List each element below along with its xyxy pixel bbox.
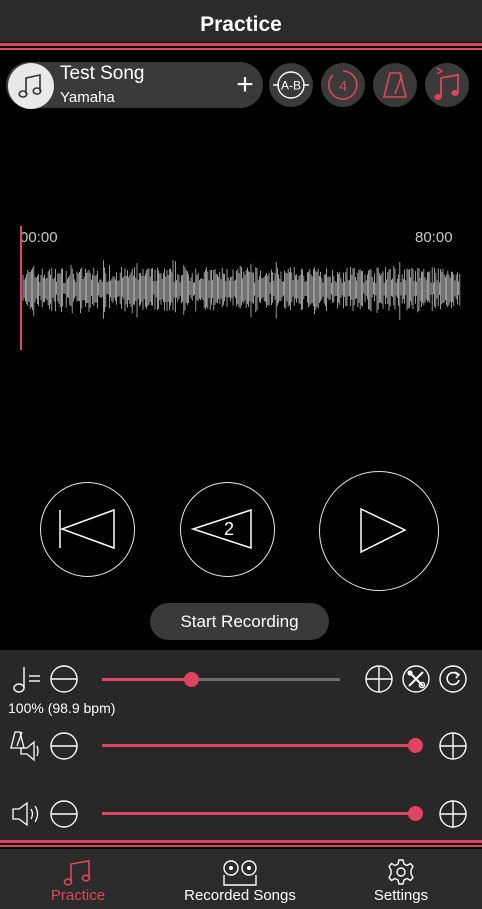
nav-divider-2 (0, 845, 482, 847)
count-in-value: 4 (339, 78, 347, 95)
count-in-button[interactable]: 4 (321, 63, 365, 107)
guide-volume-increase-button[interactable] (438, 731, 468, 761)
tab-recorded-songs-label: Recorded Songs (184, 887, 296, 904)
tempo-slider-thumb[interactable] (184, 672, 199, 687)
guide-volume-icon (10, 731, 39, 762)
waveform-end-time: 80:00 (415, 229, 453, 246)
tempo-value: 100% (98.9 bpm) (8, 700, 116, 716)
page-title: Practice (200, 13, 282, 36)
rewind-count: 2 (223, 519, 234, 539)
add-song-button[interactable]: + (232, 68, 258, 102)
rewind-bars-button[interactable]: 2 (180, 482, 275, 577)
tab-settings[interactable]: Settings (364, 858, 438, 906)
ab-label: A-B (281, 79, 301, 93)
tempo-increase-button[interactable] (364, 664, 394, 694)
tempo-decrease-button[interactable] (49, 664, 79, 694)
start-recording-button[interactable]: Start Recording (150, 603, 329, 640)
header-divider-2 (0, 48, 482, 50)
ab-repeat-icon: A-B (273, 71, 309, 99)
volume-slider-thumb[interactable] (408, 806, 423, 821)
music-notes-icon (63, 860, 91, 886)
guide-part-button[interactable] (425, 63, 469, 107)
tab-practice-label: Practice (50, 887, 106, 904)
guide-volume-slider-track[interactable] (102, 744, 415, 747)
play-icon (360, 507, 407, 554)
waveform-start-time: 00:00 (20, 229, 58, 246)
play-button[interactable] (319, 471, 439, 591)
tempo-slider-fill (102, 678, 191, 681)
guide-volume-decrease-button[interactable] (49, 731, 79, 761)
speaker-icon (12, 801, 39, 827)
song-thumbnail (8, 63, 54, 109)
tab-settings-label: Settings (373, 887, 429, 904)
tab-recorded-songs[interactable]: Recorded Songs (180, 858, 300, 906)
skip-to-start-icon (59, 508, 115, 550)
metronome-button[interactable] (373, 63, 417, 107)
tab-practice[interactable]: Practice (40, 858, 116, 906)
volume-slider-track[interactable] (102, 812, 415, 815)
music-note-icon (18, 74, 42, 98)
nav-divider (0, 840, 482, 843)
playhead[interactable] (20, 226, 22, 350)
tempo-settings-button[interactable] (401, 664, 431, 694)
volume-increase-button[interactable] (438, 799, 468, 829)
metronome-icon (382, 72, 408, 98)
song-artist: Yamaha (60, 89, 115, 106)
volume-decrease-button[interactable] (49, 799, 79, 829)
music-notes-icon (434, 67, 459, 100)
header-divider (0, 43, 482, 46)
guide-volume-slider-thumb[interactable] (408, 738, 423, 753)
skip-to-start-button[interactable] (40, 482, 135, 577)
tempo-note-icon (13, 667, 40, 693)
song-title: Test Song (60, 63, 145, 84)
waveform[interactable] (20, 255, 462, 325)
tempo-reset-button[interactable] (438, 664, 468, 694)
ab-repeat-button[interactable]: A-B (269, 63, 313, 107)
count-in-icon: 4 (328, 70, 358, 100)
gear-icon (388, 859, 414, 885)
tape-recorder-icon (223, 860, 257, 886)
